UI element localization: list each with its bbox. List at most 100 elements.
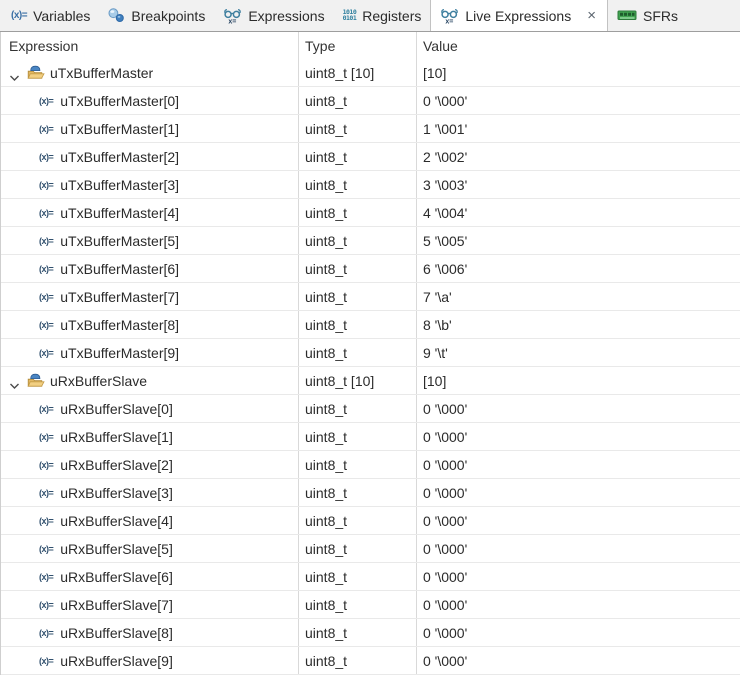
tab-variables[interactable]: (x)= Variables — [2, 0, 99, 31]
type-cell: uint8_t — [299, 311, 417, 338]
expression-cell: (x)= uTxBufferMaster[6] — [1, 255, 299, 282]
table-row[interactable]: (x)= uRxBufferSlave[9] uint8_t 0 '\000' — [1, 647, 740, 675]
table-header: Expression Type Value — [1, 32, 740, 59]
expression-label: uRxBufferSlave[6] — [60, 568, 173, 585]
type-cell: uint8_t — [299, 423, 417, 450]
variable-icon: (x)= — [39, 179, 54, 190]
table-row[interactable]: uTxBufferMaster uint8_t [10] [10] — [1, 59, 740, 87]
value-cell: 5 '\005' — [423, 232, 468, 249]
expression-label: uTxBufferMaster[8] — [60, 316, 180, 333]
variable-icon: (x)= — [39, 319, 54, 330]
type-cell: uint8_t [10] — [299, 59, 417, 86]
variable-icon: (x)= — [39, 347, 54, 358]
value-cell: 0 '\000' — [423, 624, 468, 641]
column-header-expression[interactable]: Expression — [1, 32, 299, 59]
table-row[interactable]: (x)= uRxBufferSlave[2] uint8_t 0 '\000' — [1, 451, 740, 479]
value-cell: 0 '\000' — [423, 596, 468, 613]
tab-registers[interactable]: 1010 0101 Registers — [334, 0, 431, 31]
expression-cell: (x)= uTxBufferMaster[8] — [1, 311, 299, 338]
column-header-type[interactable]: Type — [299, 32, 417, 59]
table-row[interactable]: (x)= uTxBufferMaster[3] uint8_t 3 '\003' — [1, 171, 740, 199]
expression-label: uTxBufferMaster[5] — [60, 232, 180, 249]
table-row[interactable]: (x)= uRxBufferSlave[8] uint8_t 0 '\000' — [1, 619, 740, 647]
expression-cell: (x)= uTxBufferMaster[4] — [1, 199, 299, 226]
table-row[interactable]: (x)= uTxBufferMaster[8] uint8_t 8 '\b' — [1, 311, 740, 339]
array-folder-icon — [26, 65, 45, 80]
expression-cell: (x)= uRxBufferSlave[2] — [1, 451, 299, 478]
value-cell: 3 '\003' — [423, 176, 468, 193]
expression-label: uRxBufferSlave[1] — [60, 428, 173, 445]
expression-label: uTxBufferMaster[1] — [60, 120, 180, 137]
variable-icon: (x)= — [39, 235, 54, 246]
value-cell: 0 '\000' — [423, 568, 468, 585]
type-cell: uint8_t — [299, 227, 417, 254]
table-row[interactable]: (x)= uRxBufferSlave[3] uint8_t 0 '\000' — [1, 479, 740, 507]
table-row[interactable]: (x)= uRxBufferSlave[0] uint8_t 0 '\000' — [1, 395, 740, 423]
registers-icon: 1010 0101 — [342, 8, 357, 22]
expression-label: uTxBufferMaster[4] — [60, 204, 180, 221]
expression-cell: (x)= uRxBufferSlave[3] — [1, 479, 299, 506]
close-icon[interactable]: × — [585, 8, 598, 23]
value-cell: 9 '\t' — [423, 344, 448, 361]
table-row[interactable]: (x)= uTxBufferMaster[9] uint8_t 9 '\t' — [1, 339, 740, 367]
expression-label: uRxBufferSlave[3] — [60, 484, 173, 501]
tab-label: Breakpoints — [131, 7, 206, 24]
table-row[interactable]: (x)= uRxBufferSlave[6] uint8_t 0 '\000' — [1, 563, 740, 591]
array-folder-icon — [26, 373, 45, 388]
value-cell: 0 '\000' — [423, 400, 468, 417]
expression-label: uRxBufferSlave[0] — [60, 400, 173, 417]
value-cell: 0 '\000' — [423, 484, 468, 501]
value-cell: 0 '\000' — [423, 540, 468, 557]
expression-label: uTxBufferMaster[6] — [60, 260, 180, 277]
chevron-down-icon[interactable] — [9, 377, 20, 389]
variables-icon: (x)= — [11, 10, 28, 21]
expression-label: uRxBufferSlave — [50, 372, 148, 389]
table-row[interactable]: uRxBufferSlave uint8_t [10] [10] — [1, 367, 740, 395]
breakpoints-icon — [108, 8, 125, 23]
variable-icon: (x)= — [39, 487, 54, 498]
table-row[interactable]: (x)= uRxBufferSlave[1] uint8_t 0 '\000' — [1, 423, 740, 451]
table-row[interactable]: (x)= uTxBufferMaster[6] uint8_t 6 '\006' — [1, 255, 740, 283]
table-row[interactable]: (x)= uTxBufferMaster[2] uint8_t 2 '\002' — [1, 143, 740, 171]
type-cell: uint8_t — [299, 87, 417, 114]
expression-label: uRxBufferSlave[5] — [60, 540, 173, 557]
column-header-value[interactable]: Value — [417, 32, 740, 59]
variable-icon: (x)= — [39, 543, 54, 554]
variable-icon: (x)= — [39, 151, 54, 162]
expression-label: uRxBufferSlave[8] — [60, 624, 173, 641]
table-row[interactable]: (x)= uTxBufferMaster[7] uint8_t 7 '\a' — [1, 283, 740, 311]
type-cell: uint8_t — [299, 199, 417, 226]
expressions-table: Expression Type Value uTxBufferMaster uin… — [0, 32, 740, 675]
variable-icon: (x)= — [39, 207, 54, 218]
tab-live-expressions[interactable]: x= Live Expressions × — [430, 0, 608, 31]
expression-cell: (x)= uRxBufferSlave[9] — [1, 647, 299, 674]
table-row[interactable]: (x)= uTxBufferMaster[0] uint8_t 0 '\000' — [1, 87, 740, 115]
value-cell: [10] — [423, 372, 447, 389]
tab-breakpoints[interactable]: Breakpoints — [99, 0, 214, 31]
table-row[interactable]: (x)= uRxBufferSlave[5] uint8_t 0 '\000' — [1, 535, 740, 563]
variable-icon: (x)= — [39, 459, 54, 470]
table-row[interactable]: (x)= uTxBufferMaster[5] uint8_t 5 '\005' — [1, 227, 740, 255]
tab-expressions[interactable]: x= Expressions — [214, 0, 333, 31]
table-row[interactable]: (x)= uRxBufferSlave[4] uint8_t 0 '\000' — [1, 507, 740, 535]
tab-sfrs[interactable]: SFRs — [608, 0, 687, 31]
table-row[interactable]: (x)= uTxBufferMaster[4] uint8_t 4 '\004' — [1, 199, 740, 227]
expression-label: uRxBufferSlave[2] — [60, 456, 173, 473]
table-row[interactable]: (x)= uRxBufferSlave[7] uint8_t 0 '\000' — [1, 591, 740, 619]
table-row[interactable]: (x)= uTxBufferMaster[1] uint8_t 1 '\001' — [1, 115, 740, 143]
expression-cell: (x)= uRxBufferSlave[7] — [1, 591, 299, 618]
chevron-down-icon[interactable] — [9, 69, 20, 81]
variable-icon: (x)= — [39, 403, 54, 414]
table-body: uTxBufferMaster uint8_t [10] [10] (x)= uTxBu… — [1, 59, 740, 675]
expression-cell: (x)= uRxBufferSlave[4] — [1, 507, 299, 534]
variable-icon: (x)= — [39, 599, 54, 610]
type-cell: uint8_t — [299, 115, 417, 142]
live-expressions-icon: x= — [440, 8, 459, 24]
type-cell: uint8_t — [299, 647, 417, 674]
expression-cell: (x)= uTxBufferMaster[0] — [1, 87, 299, 114]
value-cell: 0 '\000' — [423, 92, 468, 109]
type-cell: uint8_t [10] — [299, 367, 417, 394]
value-cell: 1 '\001' — [423, 120, 468, 137]
expression-cell: (x)= uRxBufferSlave[1] — [1, 423, 299, 450]
expression-cell: (x)= uTxBufferMaster[3] — [1, 171, 299, 198]
